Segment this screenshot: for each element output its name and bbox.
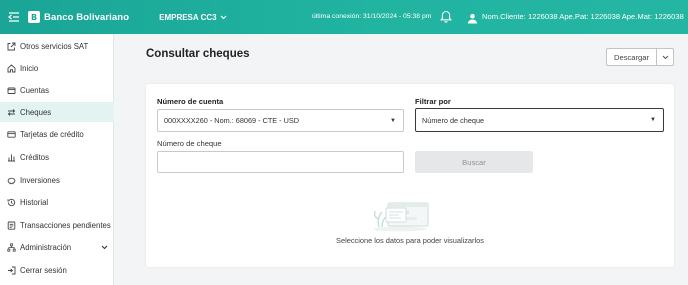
check-number-label: Número de cheque xyxy=(157,139,222,148)
brand-name: Banco Bolivariano xyxy=(44,11,130,23)
download-label: Descargar xyxy=(607,49,657,65)
bank-logo[interactable]: B Banco Bolivariano xyxy=(28,11,129,23)
filter-select-value: Número de cheque xyxy=(422,115,485,125)
sidebar-item-label: Transacciones pendientes xyxy=(20,220,111,230)
piggy-bank-icon xyxy=(7,176,16,185)
filter-label: Filtrar por xyxy=(415,97,451,106)
history-icon xyxy=(7,198,16,207)
hierarchy-icon xyxy=(7,242,16,252)
empty-state-message: Seleccione los datos para poder visualiz… xyxy=(336,236,484,245)
sidebar-item-administracion[interactable]: Administración xyxy=(0,237,114,257)
caret-down-icon: ▼ xyxy=(390,118,396,124)
last-connection: última conexión: 31/10/2024 - 05:38 pm xyxy=(312,13,432,20)
user-info: Nom.Cliente: 1226038 Ape.Pat: 1226038 Ap… xyxy=(482,12,684,21)
sidebar-item-cerrar-sesion[interactable]: Cerrar sesión xyxy=(0,260,114,280)
chevron-down-icon xyxy=(101,243,108,252)
pending-list-icon xyxy=(7,221,16,230)
sidebar-item-cheques[interactable]: Cheques xyxy=(0,102,114,122)
logo-mark-icon: B xyxy=(28,11,40,23)
chevron-down-icon[interactable] xyxy=(657,49,673,65)
sidebar-item-label: Inversiones xyxy=(20,175,60,185)
sidebar-item-label: Tarjetas de crédito xyxy=(20,129,84,139)
account-select[interactable]: 000XXXX260 - Nom.: 68069 - CTE - USD ▼ xyxy=(157,109,404,132)
search-button[interactable]: Buscar xyxy=(415,151,533,173)
external-link-icon xyxy=(7,42,16,51)
credit-card-icon xyxy=(7,130,16,139)
sidebar-item-label: Cheques xyxy=(20,107,52,117)
download-button[interactable]: Descargar xyxy=(606,48,674,66)
bar-chart-icon xyxy=(7,153,16,162)
sidebar-item-tarjetas-de-credito[interactable]: Tarjetas de crédito xyxy=(0,124,114,144)
sidebar-item-historial[interactable]: Historial xyxy=(0,192,114,212)
sidebar-item-inversiones[interactable]: Inversiones xyxy=(0,170,114,190)
menu-toggle-icon[interactable] xyxy=(5,10,23,24)
sidebar-item-label: Otros servicios SAT xyxy=(20,41,89,51)
company-selector[interactable]: EMPRESA CC3 xyxy=(159,13,227,22)
sidebar-item-label: Administración xyxy=(20,242,72,252)
home-icon xyxy=(7,63,16,73)
sidebar-item-label: Cerrar sesión xyxy=(20,265,67,275)
account-label: Número de cuenta xyxy=(157,97,224,106)
sidebar-item-inicio[interactable]: Inicio xyxy=(0,58,114,78)
filter-select[interactable]: Número de cheque ▼ xyxy=(415,108,664,132)
sidebar-item-label: Créditos xyxy=(20,152,50,162)
transfer-arrows-icon xyxy=(7,108,16,117)
caret-down-icon: ▼ xyxy=(650,117,656,123)
page-title: Consultar cheques xyxy=(146,48,250,60)
sidebar-item-label: Historial xyxy=(20,197,49,207)
sidebar-item-cuentas[interactable]: Cuentas xyxy=(0,80,114,100)
empty-state-illustration-icon xyxy=(369,192,431,232)
account-select-value: 000XXXX260 - Nom.: 68069 - CTE - USD xyxy=(164,116,300,125)
wallet-icon xyxy=(7,86,16,95)
sidebar-item-label: Inicio xyxy=(20,63,39,73)
sidebar-item-label: Cuentas xyxy=(20,85,50,95)
user-icon xyxy=(467,11,478,24)
sidebar-item-otros-servicios-sat[interactable]: Otros servicios SAT xyxy=(0,36,114,56)
logout-icon xyxy=(7,266,16,275)
bell-icon[interactable] xyxy=(440,10,452,23)
top-bar: B Banco Bolivariano EMPRESA CC3 última c… xyxy=(0,0,688,34)
sidebar: Otros servicios SAT Inicio Cuentas Chequ… xyxy=(0,34,114,285)
chevron-down-icon xyxy=(220,13,227,22)
sidebar-item-creditos[interactable]: Créditos xyxy=(0,147,114,167)
sidebar-item-transacciones-pendientes[interactable]: Transacciones pendientes xyxy=(0,215,114,235)
check-number-input[interactable] xyxy=(157,151,404,173)
company-name: EMPRESA CC3 xyxy=(159,12,217,22)
